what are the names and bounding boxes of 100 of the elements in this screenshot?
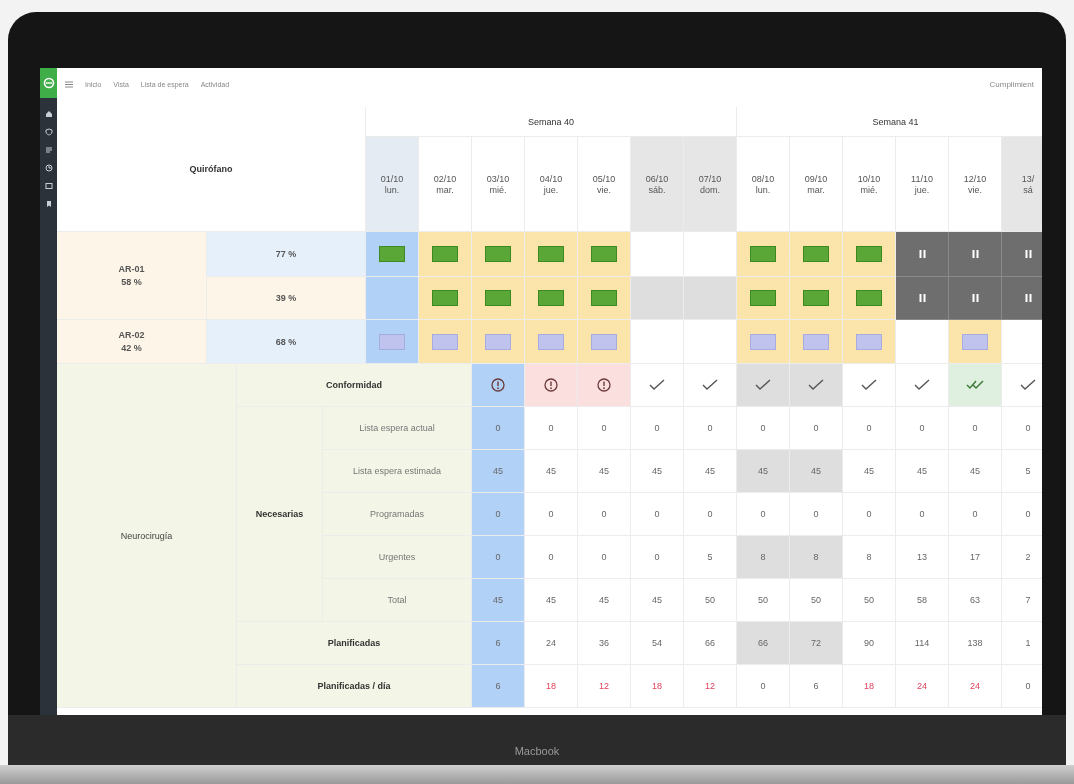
table-cell: 45: [525, 579, 578, 622]
table-cell: 0: [896, 493, 949, 536]
day-header: 12/10 vie.: [949, 137, 1002, 232]
table-cell: 0: [949, 407, 1002, 450]
session-chip[interactable]: [803, 246, 829, 262]
table-cell: 5: [684, 536, 737, 579]
shield-icon[interactable]: [44, 128, 53, 136]
session-chip[interactable]: [432, 290, 458, 306]
table-cell: 50: [843, 579, 896, 622]
table-cell: 0: [790, 407, 843, 450]
table-cell: 0: [578, 493, 631, 536]
table-cell: 66: [684, 622, 737, 665]
session-chip[interactable]: [591, 290, 617, 306]
day-header: 04/10 jue.: [525, 137, 578, 232]
table-cell: 0: [737, 493, 790, 536]
list-icon[interactable]: [44, 146, 53, 154]
table-cell: 45: [472, 450, 525, 493]
session-chip[interactable]: [803, 333, 829, 350]
session-chip[interactable]: [856, 333, 882, 350]
table-cell: 6: [472, 622, 525, 665]
table-cell: 8: [790, 536, 843, 579]
table-cell: 0: [578, 536, 631, 579]
session-chip[interactable]: [432, 333, 458, 350]
bookmark-icon[interactable]: [44, 200, 53, 208]
session-chip[interactable]: [379, 333, 405, 350]
table-cell: 45: [631, 579, 684, 622]
session-chip[interactable]: [750, 246, 776, 262]
table-cell: 0: [631, 407, 684, 450]
logo-icon[interactable]: [40, 68, 57, 98]
pause-icon: [1024, 294, 1032, 302]
clock-icon[interactable]: [44, 164, 53, 172]
session-chip[interactable]: [750, 333, 776, 350]
row-label: Lista espera actual: [323, 407, 472, 450]
session-chip[interactable]: [591, 246, 617, 262]
table-cell: 0: [472, 493, 525, 536]
pause-icon: [971, 294, 979, 302]
occupancy-cell: 68 %: [207, 320, 366, 364]
session-chip[interactable]: [962, 333, 988, 350]
table-cell: 50: [790, 579, 843, 622]
occupancy-cell: 39 %: [207, 277, 366, 320]
table-cell: 8: [737, 536, 790, 579]
session-chip[interactable]: [432, 246, 458, 262]
session-chip[interactable]: [538, 290, 564, 306]
occupancy-cell: 77 %: [207, 232, 366, 277]
table-cell: 45: [843, 450, 896, 493]
row-label: Conformidad: [237, 364, 472, 407]
table-cell: 45: [949, 450, 1002, 493]
table-cell: 63: [949, 579, 1002, 622]
pause-icon: [918, 250, 926, 258]
session-chip[interactable]: [379, 246, 405, 262]
table-cell: 45: [472, 579, 525, 622]
day-header: 05/10 vie.: [578, 137, 631, 232]
table-cell: 0: [472, 536, 525, 579]
table-cell: 0: [525, 536, 578, 579]
day-header: 06/10 sáb.: [631, 137, 684, 232]
session-chip[interactable]: [538, 333, 564, 350]
day-header: 09/10 mar.: [790, 137, 843, 232]
table-cell: 24: [896, 665, 949, 708]
table-cell: 45: [578, 450, 631, 493]
table-cell: 45: [578, 579, 631, 622]
service-label: Neurocirugía: [57, 364, 237, 708]
device-label: Macbook: [514, 745, 560, 757]
session-chip[interactable]: [485, 290, 511, 306]
table-cell: 50: [737, 579, 790, 622]
table-cell: 0: [578, 407, 631, 450]
table-cell: 0: [843, 407, 896, 450]
table-cell: 90: [843, 622, 896, 665]
session-chip[interactable]: [856, 246, 882, 262]
session-chip[interactable]: [538, 246, 564, 262]
table-cell: 24: [949, 665, 1002, 708]
table-cell: 45: [790, 450, 843, 493]
table-cell: 0: [737, 407, 790, 450]
session-chip[interactable]: [485, 246, 511, 262]
table-cell: 0: [472, 407, 525, 450]
day-header: 08/10 lun.: [737, 137, 790, 232]
table-cell: 0: [684, 407, 737, 450]
day-header: 13/ sá: [1002, 137, 1042, 232]
table-cell: 18: [525, 665, 578, 708]
table-cell: 0: [684, 493, 737, 536]
table-cell: 6: [472, 665, 525, 708]
table-cell: 45: [737, 450, 790, 493]
menu-icon[interactable]: [65, 80, 73, 88]
table-cell: 6: [790, 665, 843, 708]
home-icon[interactable]: [44, 110, 53, 118]
session-chip[interactable]: [803, 290, 829, 306]
row-label: Programadas: [323, 493, 472, 536]
box-icon[interactable]: [44, 182, 53, 190]
day-header: 11/10 jue.: [896, 137, 949, 232]
table-cell: 0: [525, 493, 578, 536]
session-chip[interactable]: [485, 333, 511, 350]
session-chip[interactable]: [856, 290, 882, 306]
session-chip[interactable]: [750, 290, 776, 306]
table-cell: 0: [631, 493, 684, 536]
table-cell: 114: [896, 622, 949, 665]
session-chip[interactable]: [591, 333, 617, 350]
table-cell: 66: [737, 622, 790, 665]
group-label: Necesarias: [237, 407, 323, 622]
header-link[interactable]: Cumplimient: [989, 79, 1034, 89]
table-cell: 0: [631, 536, 684, 579]
table-cell: 12: [684, 665, 737, 708]
